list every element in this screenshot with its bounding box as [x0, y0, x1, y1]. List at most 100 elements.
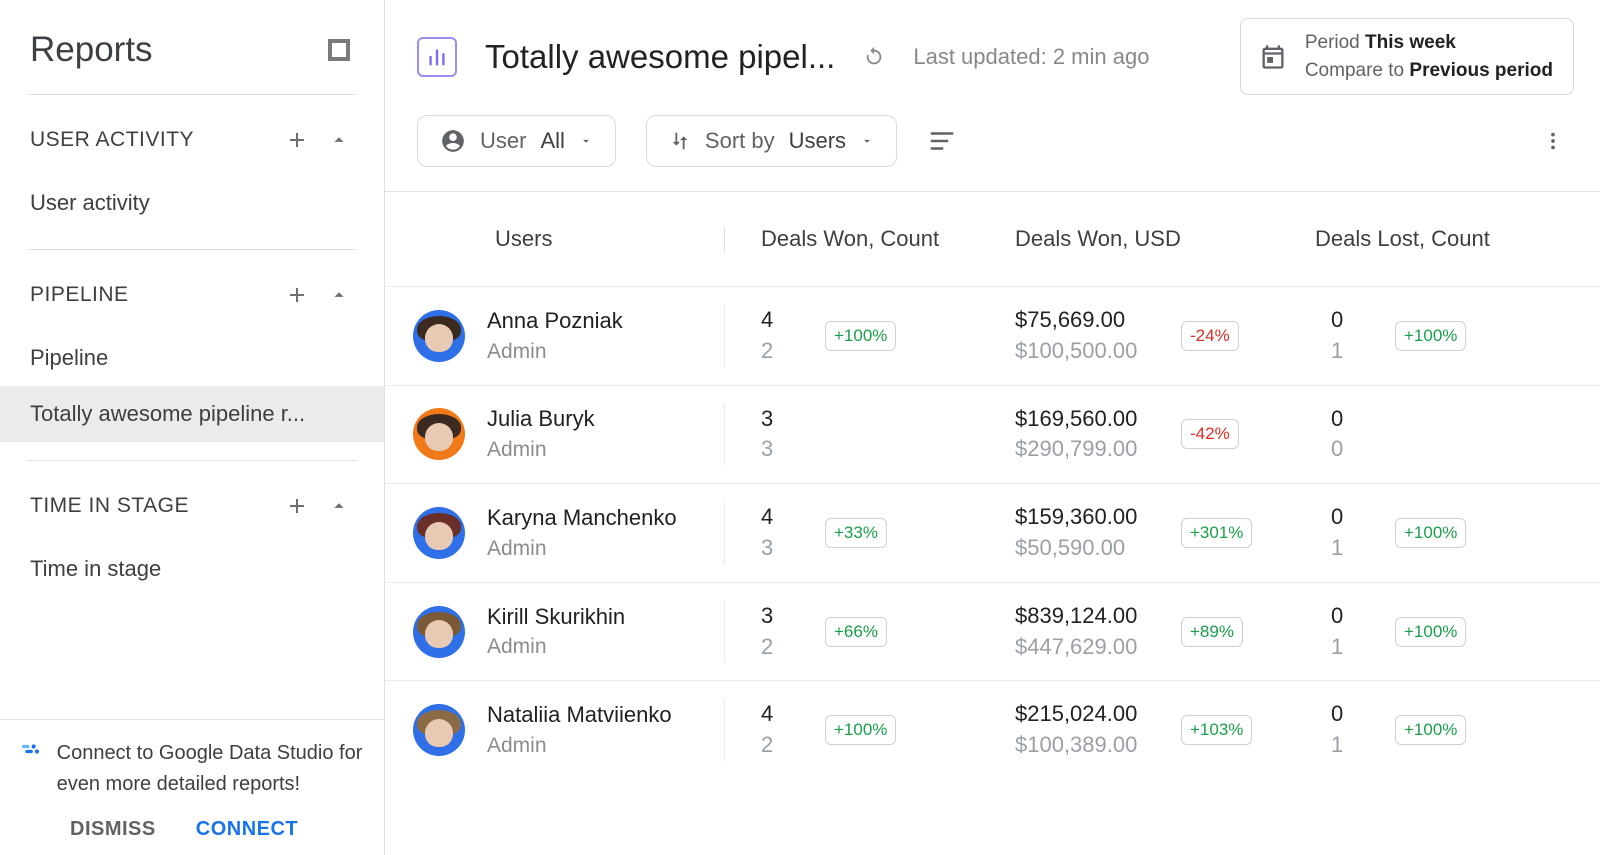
delta-badge: +100% [1395, 617, 1466, 647]
sort-label: Sort by [705, 128, 775, 154]
add-report-button[interactable] [282, 491, 312, 521]
user-name: Nataliia Matviienko [487, 700, 672, 731]
sidebar-layout-toggle[interactable] [324, 35, 354, 65]
compare-value: Previous period [1409, 60, 1553, 81]
user-role: Admin [487, 731, 672, 760]
chevron-up-icon [328, 284, 350, 306]
add-report-button[interactable] [282, 125, 312, 155]
metric-cell: $215,024.00 $100,389.00 +103% [995, 699, 1295, 761]
metric-cell: $75,669.00 $100,500.00 -24% [995, 305, 1295, 367]
main-content: Totally awesome pipel... Last updated: 2… [385, 0, 1600, 855]
section-title: USER ACTIVITY [30, 128, 270, 152]
col-users[interactable]: Users [385, 226, 725, 252]
delta-badge: +33% [825, 518, 887, 548]
avatar [413, 310, 465, 362]
nav-item[interactable]: Totally awesome pipeline r... [0, 386, 384, 442]
connect-button[interactable]: CONNECT [196, 818, 298, 841]
metric-current: $839,124.00 [1015, 601, 1165, 632]
metric-cell: 4 2 +100% [725, 305, 995, 367]
calendar-icon [1259, 43, 1287, 71]
add-report-button[interactable] [282, 280, 312, 310]
col-deals-won-count[interactable]: Deals Won, Count [725, 226, 995, 252]
collapse-button[interactable] [324, 491, 354, 521]
density-toggle[interactable] [927, 126, 957, 156]
metric-previous: $290,799.00 [1015, 434, 1165, 465]
chevron-up-icon [328, 129, 350, 151]
users-table: Users Deals Won, Count Deals Won, USD De… [385, 191, 1600, 779]
metric-previous: 1 [1331, 632, 1379, 663]
delta-badge: +100% [1395, 715, 1466, 745]
delta-badge: +301% [1181, 518, 1252, 548]
collapse-button[interactable] [324, 125, 354, 155]
user-role: Admin [487, 337, 623, 366]
metric-current: 0 [1331, 305, 1379, 336]
metric-previous: 1 [1331, 336, 1379, 367]
plus-icon [285, 128, 309, 152]
data-studio-promo: Connect to Google Data Studio for even m… [0, 719, 384, 812]
filter-bar: User All Sort by Users [385, 95, 1600, 191]
section-header[interactable]: TIME IN STAGE [0, 461, 384, 541]
delta-badge: +89% [1181, 617, 1243, 647]
period-selector[interactable]: Period This week Compare to Previous per… [1240, 18, 1574, 95]
sidebar-title: Reports [30, 30, 153, 70]
collapse-button[interactable] [324, 280, 354, 310]
refresh-icon[interactable] [863, 46, 885, 68]
avatar [413, 704, 465, 756]
metric-previous: 2 [761, 632, 809, 663]
sort-value: Users [789, 128, 846, 154]
metric-current: $159,360.00 [1015, 502, 1165, 533]
metric-previous: $50,590.00 [1015, 533, 1165, 564]
delta-badge: -24% [1181, 321, 1239, 351]
metric-previous: 0 [1331, 434, 1379, 465]
delta-badge: +100% [825, 715, 896, 745]
table-row[interactable]: Kirill Skurikhin Admin 3 2 +66% $839,124… [385, 582, 1600, 681]
report-type-icon [417, 37, 457, 77]
metric-previous: 2 [761, 730, 809, 761]
section-header[interactable]: PIPELINE [0, 250, 384, 330]
metric-current: 0 [1331, 699, 1379, 730]
metric-cell: 0 1 +100% [1295, 699, 1595, 761]
delta-badge: +100% [1395, 518, 1466, 548]
dismiss-button[interactable]: DISMISS [70, 818, 156, 841]
user-role: Admin [487, 435, 595, 464]
user-filter[interactable]: User All [417, 115, 616, 167]
table-row[interactable]: Anna Pozniak Admin 4 2 +100% $75,669.00 … [385, 286, 1600, 385]
topbar: Totally awesome pipel... Last updated: 2… [385, 0, 1600, 95]
sort-selector[interactable]: Sort by Users [646, 115, 897, 167]
metric-previous: $447,629.00 [1015, 632, 1165, 663]
promo-text: Connect to Google Data Studio for even m… [57, 738, 364, 800]
metric-current: $169,560.00 [1015, 404, 1165, 435]
section-header[interactable]: USER ACTIVITY [0, 95, 384, 175]
metric-previous: 1 [1331, 730, 1379, 761]
metric-current: 4 [761, 699, 809, 730]
metric-cell: 0 1 +100% [1295, 305, 1595, 367]
nav-item[interactable]: Time in stage [0, 541, 384, 597]
user-icon [440, 128, 466, 154]
table-row[interactable]: Karyna Manchenko Admin 4 3 +33% $159,360… [385, 483, 1600, 582]
chevron-down-icon [579, 134, 593, 148]
last-updated-value: 2 min ago [1053, 44, 1150, 69]
col-deals-lost-count[interactable]: Deals Lost, Count [1295, 226, 1595, 252]
delta-badge: +103% [1181, 715, 1252, 745]
delta-badge: +100% [1395, 321, 1466, 351]
delta-badge: +100% [825, 321, 896, 351]
last-updated: Last updated: 2 min ago [913, 44, 1149, 70]
metric-current: 4 [761, 305, 809, 336]
chevron-up-icon [328, 495, 350, 517]
table-row[interactable]: Julia Buryk Admin 3 3 $169,560.00 $290,7… [385, 385, 1600, 484]
metric-cell: 4 2 +100% [725, 699, 995, 761]
avatar [413, 507, 465, 559]
sort-icon [669, 130, 691, 152]
more-menu[interactable] [1542, 130, 1574, 152]
kebab-icon [1542, 130, 1564, 152]
compare-label: Compare to [1305, 60, 1404, 81]
nav-item[interactable]: Pipeline [0, 330, 384, 386]
chevron-down-icon [860, 134, 874, 148]
metric-cell: 3 3 [725, 404, 995, 466]
col-deals-won-usd[interactable]: Deals Won, USD [995, 226, 1295, 252]
metric-previous: $100,389.00 [1015, 730, 1165, 761]
report-title: Totally awesome pipel... [485, 38, 835, 76]
metric-current: 0 [1331, 404, 1379, 435]
nav-item[interactable]: User activity [0, 175, 384, 231]
table-row[interactable]: Nataliia Matviienko Admin 4 2 +100% $215… [385, 680, 1600, 779]
